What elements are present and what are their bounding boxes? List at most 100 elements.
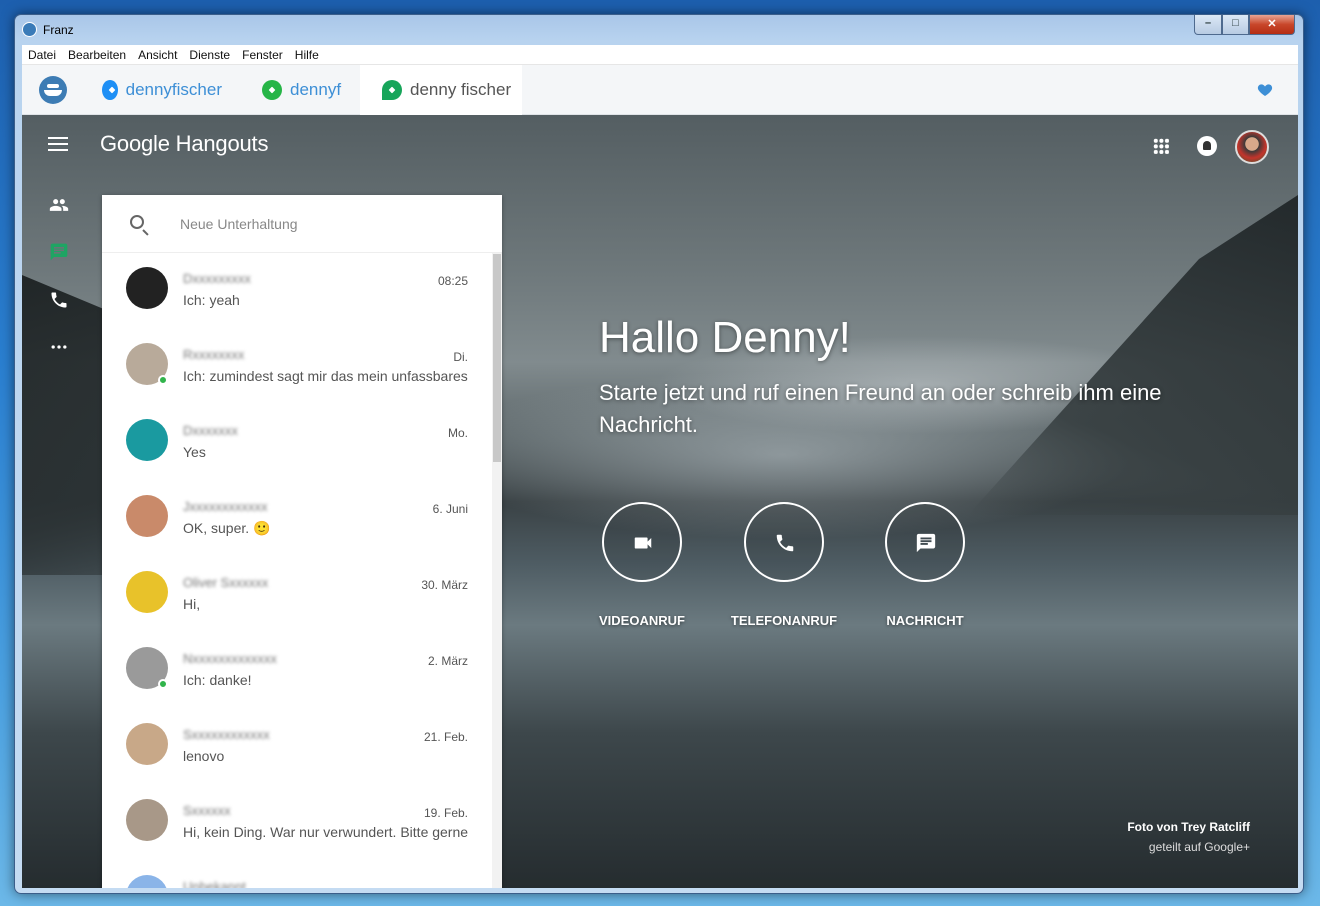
user-avatar[interactable] [1235,130,1269,164]
conversation-row[interactable]: Nxxxxxxxxxxxxx 2. März Ich: danke! [102,633,492,709]
last-message-preview: Ich: zumindest sagt mir das mein unfassb… [183,368,468,384]
conversation-row[interactable]: Dxxxxxxx Mo. Yes [102,405,492,481]
contact-name: Dxxxxxxxxx [183,271,251,286]
contact-avatar [126,875,168,888]
contact-name: Jxxxxxxxxxxxx [183,499,268,514]
conversation-time: Di. [453,350,468,364]
search-icon [130,215,144,229]
last-message-preview: Ich: danke! [183,672,252,688]
menu-bar: Datei Bearbeiten Ansicht Dienste Fenster Hilf… [22,45,1298,65]
background-mountain [968,195,1298,515]
contact-avatar [126,419,168,461]
conversation-time: 30. März [421,578,468,592]
conversation-time: 6. Juni [432,502,468,516]
conversation-row[interactable]: Unbekannt [102,861,492,888]
greeting-subtitle: Starte jetzt und ruf einen Freund an ode… [599,380,1162,437]
apps-grid-icon[interactable] [1153,138,1169,154]
conversation-time: 08:25 [437,274,468,288]
phone-calls-icon[interactable] [49,290,69,310]
minimize-icon: – [1204,17,1212,29]
close-button[interactable]: ✕ [1249,15,1295,35]
more-options-icon[interactable] [49,337,69,357]
new-conversation-search [102,195,502,253]
contact-name: Unbekannt [183,879,246,888]
video-call-button[interactable] [602,502,682,582]
title-bar[interactable]: Franz – □ ✕ [15,15,1303,45]
hamburger-menu-icon[interactable] [48,137,68,151]
phone-icon [776,534,794,552]
whatsapp-icon [262,80,282,100]
tab-hangouts[interactable]: denny fischer [360,65,522,115]
messenger-icon [102,80,118,100]
conversation-row[interactable]: Rxxxxxxxx Di. Ich: zumindest sagt mir das … [102,329,492,405]
contact-name: Sxxxxxxxxxxxx [183,727,270,742]
maximize-button[interactable]: □ [1222,15,1249,35]
menu-hilfe[interactable]: Hilfe [289,45,325,62]
hangouts-app: Google Hangouts Dxxxxx [22,115,1298,888]
tab-messenger[interactable]: dennyfischer [102,65,222,115]
last-message-preview: OK, super. 🙂 [183,520,271,536]
contact-name: Sxxxxxx [183,803,231,818]
last-message-preview: Hi, [183,596,201,612]
service-tab-bar: dennyfischer dennyf denny fischer [22,65,1298,115]
tab-label: denny fischer [410,80,512,99]
search-input[interactable] [180,213,480,235]
conversations-icon[interactable] [49,242,69,262]
scrollbar-thumb[interactable] [493,254,501,462]
contact-avatar [126,723,168,765]
contacts-icon[interactable] [49,195,69,215]
tab-whatsapp[interactable]: dennyf [262,65,362,115]
message-button[interactable] [885,502,965,582]
video-call-label[interactable]: VIDEOANRUF [592,613,692,628]
conversation-time: 21. Feb. [423,730,468,744]
conversation-row[interactable]: Oliver Sxxxxxx 30. März Hi, [102,557,492,633]
conversation-panel: Dxxxxxxxxx 08:25 Ich: yeah Rxxxxxxxx Di. Ich:… [102,195,502,888]
notifications-icon[interactable] [1197,136,1217,156]
contact-avatar [126,495,168,537]
menu-bearbeiten[interactable]: Bearbeiten [62,45,132,62]
conversation-row[interactable]: Sxxxxxx 19. Feb. Hi, kein Ding. War nur ve… [102,785,492,861]
hangouts-icon [382,80,402,100]
heart-icon[interactable] [1257,82,1273,98]
last-message-preview: lenovo [183,748,225,764]
maximize-icon: □ [1232,17,1239,29]
last-message-preview: Ich: yeah [183,292,240,308]
franz-logo-icon[interactable] [39,76,67,104]
conversation-row[interactable]: Sxxxxxxxxxxxx 21. Feb. lenovo [102,709,492,785]
online-status-dot [158,679,168,689]
contact-avatar [126,267,168,309]
contact-avatar [126,799,168,841]
contact-name: Rxxxxxxxx [183,347,245,362]
last-message-preview: Yes [183,444,206,460]
message-label[interactable]: NACHRICHT [875,613,975,628]
window-title: Franz [43,23,74,37]
videocam-icon [634,537,652,549]
franz-app-icon [22,22,37,37]
photo-shared-note: geteilt auf Google+ [1148,840,1250,854]
message-icon [916,533,936,553]
conversation-time: 2. März [427,654,468,668]
conversation-row[interactable]: Jxxxxxxxxxxxx 6. Juni OK, super. 🙂 [102,481,492,557]
tab-label: dennyf [290,80,342,99]
client-area: Datei Bearbeiten Ansicht Dienste Fenster Hilf… [22,45,1298,888]
phone-call-label[interactable]: TELEFONANRUF [724,613,844,628]
google-hangouts-logo: Google Hangouts [100,131,269,156]
photo-credit: Foto von Trey Ratcliff [1127,820,1250,834]
contact-name: Nxxxxxxxxxxxxx [183,651,277,666]
minimize-button[interactable]: – [1194,15,1222,35]
conversation-time: Mo. [447,426,468,440]
menu-dienste[interactable]: Dienste [183,45,236,62]
conversation-time: 19. Feb. [423,806,468,820]
phone-call-button[interactable] [744,502,824,582]
menu-datei[interactable]: Datei [22,45,62,62]
close-icon: ✕ [1267,18,1277,30]
greeting-heading: Hallo Denny! [599,313,851,362]
contact-name: Dxxxxxxx [183,423,238,438]
tab-label: dennyfischer [125,80,222,99]
menu-ansicht[interactable]: Ansicht [132,45,183,62]
menu-fenster[interactable]: Fenster [236,45,289,62]
online-status-dot [158,375,168,385]
scrollbar[interactable] [492,253,502,888]
conversation-row[interactable]: Dxxxxxxxxx 08:25 Ich: yeah [102,253,492,329]
contact-avatar [126,571,168,613]
